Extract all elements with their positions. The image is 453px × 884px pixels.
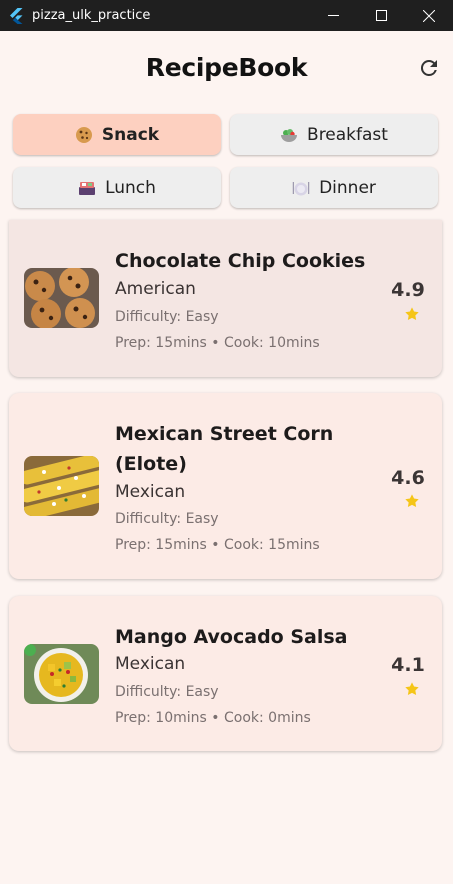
recipe-difficulty: Difficulty: Easy — [115, 511, 219, 527]
recipe-card-mexican-street-corn[interactable]: Mexican Street Corn (Elote) Mexican Diff… — [9, 393, 442, 579]
close-icon — [423, 9, 435, 22]
recipe-cuisine: Mexican — [115, 654, 186, 674]
recipe-rating: 4.6 — [391, 467, 425, 489]
recipe-difficulty: Difficulty: Easy — [115, 309, 219, 325]
category-chip-dinner[interactable]: Dinner — [230, 167, 438, 208]
recipe-name: Chocolate Chip Cookies — [115, 250, 366, 272]
cookie-icon — [75, 126, 92, 143]
category-chip-breakfast[interactable]: Breakfast — [230, 114, 438, 155]
category-chip-label: Lunch — [105, 177, 156, 198]
minimize-button[interactable] — [309, 0, 357, 31]
maximize-icon — [375, 10, 387, 21]
recipe-card-mango-avocado-salsa[interactable]: Mango Avocado Salsa Mexican Difficulty: … — [9, 596, 442, 751]
recipe-rating: 4.1 — [391, 654, 425, 676]
bento-box-icon — [79, 181, 96, 195]
recipe-cuisine: Mexican — [115, 482, 186, 502]
close-button[interactable] — [405, 0, 453, 31]
recipe-image-elote — [24, 456, 99, 516]
recipe-rating: 4.9 — [391, 279, 425, 301]
category-chip-snack[interactable]: Snack — [13, 114, 221, 155]
recipe-time: Prep: 15mins • Cook: 10mins — [115, 335, 320, 351]
recipe-name: Mango Avocado Salsa — [115, 626, 348, 648]
category-chip-label: Dinner — [319, 177, 376, 198]
category-chip-label: Snack — [101, 124, 160, 145]
page-title: RecipeBook — [145, 53, 308, 82]
window-titlebar: pizza_ulk_practice — [0, 0, 453, 31]
recipe-image-cookies — [24, 268, 99, 328]
star-icon — [405, 682, 419, 695]
star-icon — [405, 494, 419, 507]
maximize-button[interactable] — [357, 0, 405, 31]
recipe-time: Prep: 15mins • Cook: 15mins — [115, 537, 320, 553]
recipe-name: Mexican Street Corn (Elote) — [115, 423, 334, 475]
salad-bowl-icon — [281, 128, 298, 142]
category-chip-label: Breakfast — [307, 124, 388, 145]
plate-icon — [292, 181, 310, 195]
flutter-logo-icon — [10, 7, 23, 24]
refresh-button[interactable] — [415, 54, 443, 82]
star-icon — [405, 307, 419, 320]
refresh-icon — [420, 59, 437, 76]
recipe-cuisine: American — [115, 279, 196, 299]
recipe-difficulty: Difficulty: Easy — [115, 684, 219, 700]
recipe-image-salsa — [24, 644, 99, 704]
recipe-card-chocolate-chip-cookies[interactable]: Chocolate Chip Cookies American Difficul… — [9, 220, 442, 377]
minimize-icon — [327, 15, 339, 16]
window-title: pizza_ulk_practice — [32, 8, 151, 23]
app-header: RecipeBook — [0, 31, 453, 107]
category-chip-lunch[interactable]: Lunch — [13, 167, 221, 208]
recipe-time: Prep: 10mins • Cook: 0mins — [115, 710, 311, 726]
